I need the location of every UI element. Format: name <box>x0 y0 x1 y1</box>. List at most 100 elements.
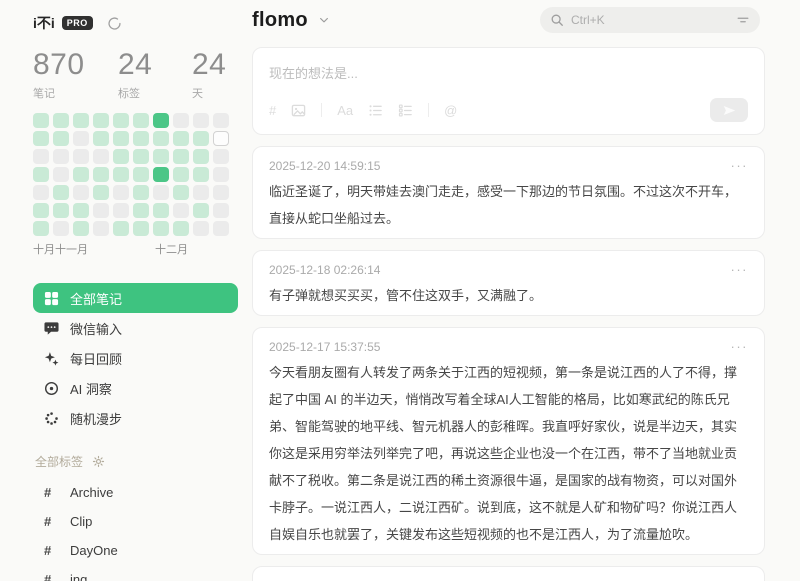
main-header: flomo <box>252 0 765 40</box>
heatmap-cell <box>173 167 189 182</box>
sidebar-item-label: 随机漫步 <box>70 409 122 428</box>
heatmap-cell <box>113 113 129 128</box>
stats-row: 870笔记24标签24天 <box>33 48 238 101</box>
flomo-logo[interactable]: flomo <box>252 9 308 32</box>
heatmap-cell <box>133 185 149 200</box>
send-button[interactable] <box>710 98 748 122</box>
heatmap-cell <box>193 167 209 182</box>
tags-header-label: 全部标签 <box>35 453 83 470</box>
stat-block: 870笔记 <box>33 48 118 101</box>
search-icon <box>550 13 564 27</box>
bullet-list-icon[interactable] <box>368 103 383 118</box>
note-card: 2025-12-17 07:36:34···取消高考，恢复举孝廉多好！ 读 ww… <box>252 566 765 581</box>
composer-toolbar: # Aa @ <box>269 98 748 122</box>
user-bar: i不i PRO <box>33 13 238 33</box>
heatmap-cell <box>153 185 169 200</box>
heatmap-cell <box>93 113 109 128</box>
sidebar-menu: 全部笔记微信输入每日回顾 AI 洞察随机漫步 <box>33 283 238 433</box>
check-list-icon[interactable] <box>398 103 413 118</box>
heatmap-cell <box>133 131 149 146</box>
sidebar-item[interactable]: 微信输入 <box>33 313 238 343</box>
note-composer[interactable]: 现在的想法是... # Aa @ <box>252 47 765 135</box>
stat-value: 24 <box>192 48 226 82</box>
note-timestamp: 2025-12-17 15:37:55 <box>269 340 380 354</box>
heatmap-cell <box>33 221 49 236</box>
heatmap-cell <box>53 113 69 128</box>
sync-refresh-icon[interactable] <box>107 16 122 31</box>
tag-item[interactable]: #ing <box>33 565 238 581</box>
heatmap-month-labels: 十月十一月 十二月 <box>33 241 238 257</box>
heatmap-cell <box>193 113 209 128</box>
heatmap-cell <box>73 131 89 146</box>
heatmap-cell <box>53 131 69 146</box>
note-card: 2025-12-18 02:26:14···有子弹就想买买买，管不住这双手，又满… <box>252 250 765 316</box>
heatmap-cell <box>173 131 189 146</box>
stat-value: 870 <box>33 48 118 82</box>
image-icon[interactable] <box>291 103 306 118</box>
heatmap-cell <box>193 221 209 236</box>
heatmap-cell <box>33 167 49 182</box>
chevron-down-icon[interactable] <box>318 14 330 26</box>
heatmap-cell <box>93 131 109 146</box>
sidebar-item-label: 全部笔记 <box>70 289 122 308</box>
heatmap-cell <box>173 185 189 200</box>
sidebar-item[interactable]: AI 洞察 <box>33 373 238 403</box>
heatmap-cell <box>33 149 49 164</box>
heatmap-cell <box>53 167 69 182</box>
heatmap-cell <box>153 131 169 146</box>
heatmap-cell <box>73 203 89 218</box>
tag-item[interactable]: #Clip <box>33 507 238 536</box>
month-label: 十月十一月 <box>33 241 88 257</box>
sidebar-item[interactable]: 全部笔记 <box>33 283 238 313</box>
note-header: 2025-12-20 14:59:15··· <box>269 159 748 173</box>
more-options-icon[interactable]: ··· <box>731 161 749 171</box>
note-content: 今天看朋友圈有人转发了两条关于江西的短视频，第一条是说江西的人了不得，撑起了中国… <box>269 359 748 548</box>
note-header: 2025-12-18 02:26:14 ··· <box>269 263 748 277</box>
heatmap-cell <box>193 185 209 200</box>
tag-item[interactable]: #Archive <box>33 478 238 507</box>
sidebar-item-label: 每日回顾 <box>70 349 122 368</box>
heatmap-cell <box>153 149 169 164</box>
heatmap-cell <box>173 221 189 236</box>
heatmap-cell <box>113 203 129 218</box>
heatmap-cell <box>133 149 149 164</box>
heatmap-cell <box>93 167 109 182</box>
search-bar[interactable] <box>540 7 760 33</box>
gear-icon[interactable] <box>92 455 105 468</box>
heatmap-cell <box>213 149 229 164</box>
filter-icon[interactable] <box>736 13 750 27</box>
toolbar-divider <box>428 103 429 117</box>
note-timestamp: 2025-12-18 02:26:14 <box>269 263 380 277</box>
more-options-icon[interactable]: ··· <box>731 265 749 275</box>
toolbar-divider <box>321 103 322 117</box>
stat-value: 24 <box>118 48 192 82</box>
heatmap-cell <box>93 221 109 236</box>
hash-icon: # <box>44 572 70 581</box>
heatmap-cell <box>213 203 229 218</box>
tag-item[interactable]: #DayOne <box>33 536 238 565</box>
sidebar-item[interactable]: 随机漫步 <box>33 403 238 433</box>
heatmap-cell <box>53 149 69 164</box>
target-icon <box>44 381 59 396</box>
heatmap-cell <box>53 185 69 200</box>
tag-label: ing <box>70 572 87 581</box>
heatmap-cell <box>213 131 229 146</box>
heatmap-cell <box>193 131 209 146</box>
heatmap-cell <box>73 149 89 164</box>
search-input[interactable] <box>571 13 736 27</box>
stat-label: 标签 <box>118 85 192 101</box>
heatmap-cell <box>73 113 89 128</box>
heatmap-cell <box>173 149 189 164</box>
mention-at-icon[interactable]: @ <box>444 103 457 118</box>
text-format-icon[interactable]: Aa <box>337 103 353 118</box>
composer-input[interactable]: 现在的想法是... <box>269 63 748 82</box>
heatmap-cell <box>153 203 169 218</box>
heatmap-cell <box>73 167 89 182</box>
sidebar-item[interactable]: 每日回顾 <box>33 343 238 373</box>
tag-label: Clip <box>70 514 92 529</box>
sidebar-item-label: AI 洞察 <box>70 379 112 398</box>
heatmap-cell <box>53 203 69 218</box>
hash-tag-icon[interactable]: # <box>269 103 276 118</box>
heatmap-cell <box>113 131 129 146</box>
more-options-icon[interactable]: ··· <box>731 342 749 352</box>
